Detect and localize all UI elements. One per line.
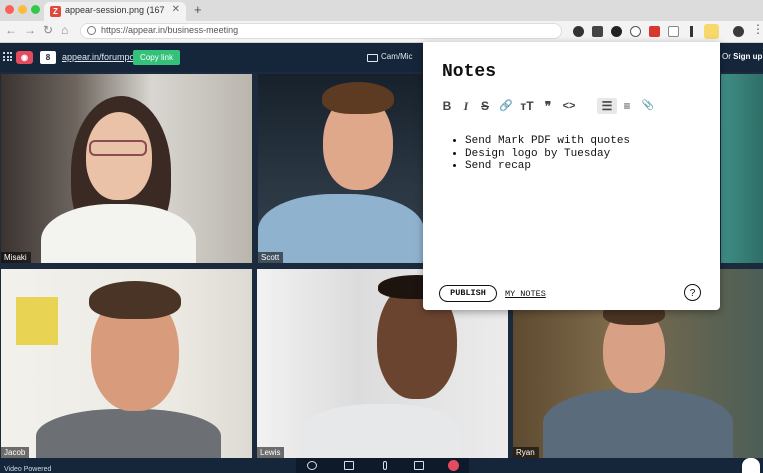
extension-icon-2[interactable] [592,26,603,37]
background-poster [16,297,58,345]
back-button[interactable]: ← [5,23,17,37]
quote-icon[interactable]: ❞ [541,98,555,114]
close-window-button[interactable] [5,5,14,14]
call-controls [296,458,469,473]
notes-title: Notes [442,62,497,82]
room-lock-badge[interactable]: 8 [40,51,56,64]
attachment-icon[interactable]: 📎 [641,98,655,114]
publish-button[interactable]: PUBLISH [439,285,497,302]
participant-body [36,409,221,458]
extension-icon-4[interactable] [630,26,641,37]
reload-button[interactable]: ↻ [43,23,53,37]
participant-hair [89,281,181,319]
chat-icon[interactable] [742,458,760,473]
video-tile[interactable]: Misaki [1,74,252,263]
url-text: https://appear.in/business-meeting [101,25,239,35]
my-notes-link[interactable]: MY NOTES [505,289,546,299]
screenshare-icon[interactable] [344,461,354,470]
participant-name: Scott [258,252,284,263]
link-icon[interactable]: 🔗 [499,98,513,114]
participant-name: Jacob [1,447,30,458]
menu-icon[interactable]: ⋮ [752,22,763,36]
signup-prefix: Or [722,52,734,61]
help-icon[interactable]: ? [684,284,701,301]
video-tile[interactable]: Jacob [1,269,252,458]
browser-toolbar: ← → ↻ ⌂ https://appear.in/business-meeti… [0,21,763,43]
extension-icon-5[interactable] [649,26,660,37]
text-size-icon[interactable]: тT [519,98,535,114]
strikethrough-icon[interactable]: S [479,98,491,114]
extension-icon-6[interactable] [668,26,679,37]
notes-list[interactable]: Send Mark PDF with quotes Design logo by… [451,135,630,173]
apps-grid-icon[interactable] [3,52,12,61]
home-button[interactable]: ⌂ [61,23,68,37]
code-icon[interactable]: <> [561,98,577,114]
microphone-icon[interactable] [383,461,387,470]
cam-mic-button[interactable]: Cam/Mic [381,52,413,61]
participant-body [302,404,462,458]
forward-button[interactable]: → [24,23,36,37]
video-tile[interactable]: Scott [258,74,424,263]
glasses-icon [89,140,147,156]
browser-tab[interactable]: Z appear-session.png (1676×94… ✕ [44,2,186,21]
participant-name: Ryan [513,447,539,458]
copy-link-button[interactable]: Copy link [133,50,180,65]
site-info-icon[interactable] [87,26,96,35]
signup-link[interactable]: Or Sign up [722,52,762,61]
notes-panel: Notes B I S 🔗 тT ❞ <> ☰ ≡ 📎 Send Mark PD… [423,42,720,310]
tab-title: appear-session.png (1676×94… [65,5,165,15]
powered-by-text: Video Powered [4,466,52,473]
italic-icon[interactable]: I [460,98,472,114]
bold-icon[interactable]: B [441,98,453,114]
new-tab-button[interactable]: + [194,2,202,17]
list-item[interactable]: Send recap [465,160,630,173]
camera-toggle-icon[interactable] [414,461,424,470]
extension-icon-1[interactable] [573,26,584,37]
participant-face [86,112,152,200]
list-item[interactable]: Send Mark PDF with quotes [465,135,630,148]
leave-call-icon[interactable] [448,460,459,471]
tab-close-icon[interactable]: ✕ [172,4,180,15]
video-background [721,74,763,263]
signup-label[interactable]: Sign up [733,52,762,61]
notes-extension-icon[interactable] [704,24,719,39]
participant-name: Misaki [1,252,31,263]
tab-favicon-icon: Z [50,6,61,17]
list-item[interactable]: Design logo by Tuesday [465,148,630,161]
address-bar[interactable]: https://appear.in/business-meeting [80,23,562,39]
participant-name: Lewis [257,447,285,458]
reactions-icon[interactable] [307,461,317,470]
minimize-window-button[interactable] [18,5,27,14]
room-link[interactable]: appear.in/forumpost [62,52,142,62]
extension-icon-3[interactable] [611,26,622,37]
extension-icon-7[interactable] [690,26,693,37]
numbered-list-icon[interactable]: ≡ [619,98,635,114]
maximize-window-button[interactable] [31,5,40,14]
profile-avatar-icon[interactable] [733,26,744,37]
control-bar [0,458,763,473]
participant-hair [322,82,394,114]
browser-tab-bar: Z appear-session.png (1676×94… ✕ + [0,0,763,21]
appear-logo-icon[interactable]: ◉ [16,51,33,64]
bullet-list-icon[interactable]: ☰ [599,98,615,114]
video-tile[interactable] [721,74,763,263]
camera-icon[interactable] [367,54,378,62]
participant-body [41,204,196,263]
participant-body [543,389,733,458]
